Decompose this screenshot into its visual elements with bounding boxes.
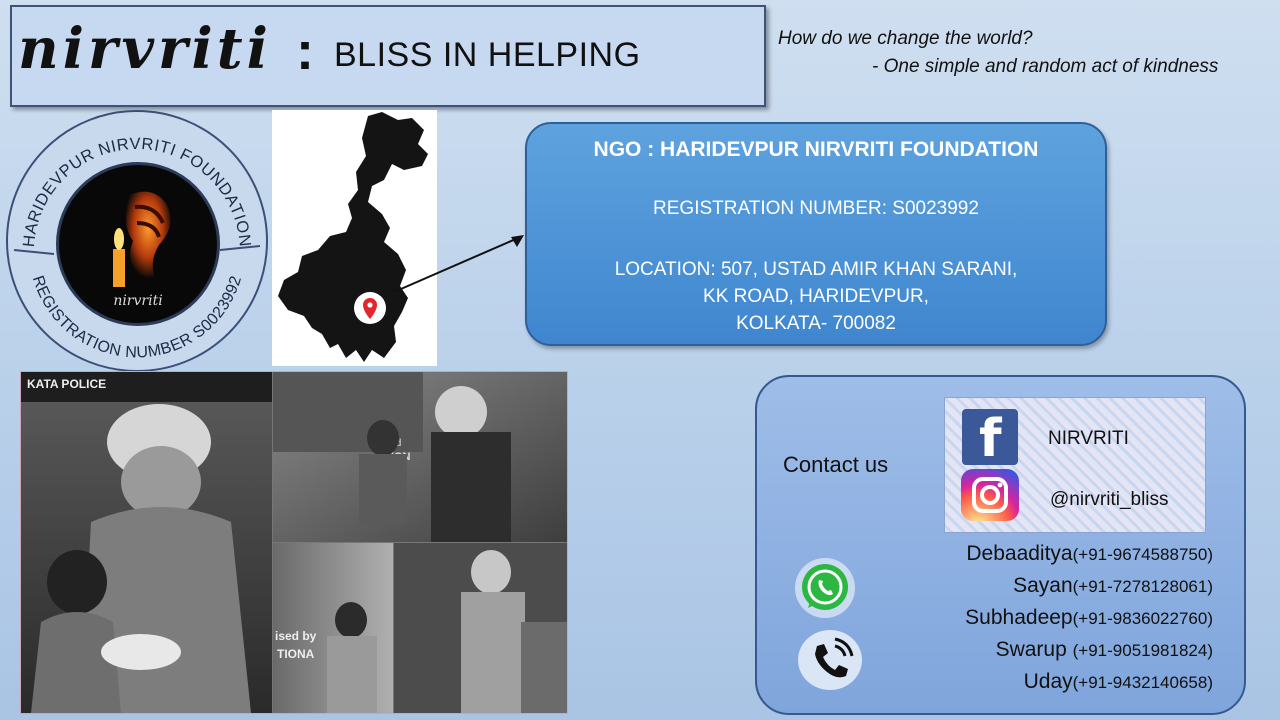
foundation-logo-seal: HARIDEVPUR NIRVRITI FOUNDATION REGISTRAT… bbox=[6, 110, 268, 372]
facebook-icon[interactable]: f bbox=[962, 409, 1018, 469]
contact-name: Uday bbox=[1023, 670, 1073, 693]
contact-label: Contact us bbox=[783, 452, 889, 477]
ngo-address: LOCATION: 507, USTAD AMIR KHAN SARANI, K… bbox=[527, 256, 1105, 337]
contact-phone[interactable]: (+91-9674588750) bbox=[1073, 545, 1213, 564]
address-line-1: LOCATION: 507, USTAD AMIR KHAN SARANI, bbox=[614, 259, 1018, 280]
logo-inner-text: nirvriti bbox=[113, 293, 162, 309]
ngo-name: NGO : HARIDEVPUR NIRVRITI FOUNDATION bbox=[593, 138, 1039, 161]
photo-text-3: ised by bbox=[275, 629, 317, 643]
pointer-arrow bbox=[393, 235, 524, 293]
address-line-3: KOLKATA- 700082 bbox=[736, 313, 896, 334]
contact-row-sayan: Sayan(+91-7278128061) bbox=[1013, 574, 1213, 598]
contact-phone[interactable]: (+91-9432140658) bbox=[1073, 673, 1213, 692]
tagline: BLISS IN HELPING bbox=[334, 36, 641, 74]
whatsapp-icon[interactable] bbox=[793, 556, 857, 620]
phone-call-icon[interactable] bbox=[797, 628, 863, 692]
contact-row-swarup: Swarup (+91-9051981824) bbox=[996, 638, 1213, 662]
candle-hand-icon: nirvriti bbox=[113, 191, 171, 309]
contact-phone[interactable]: (+91-9051981824) bbox=[1073, 641, 1213, 660]
logo-emblem: nirvriti bbox=[56, 162, 220, 326]
contact-row-debaaditya: Debaaditya(+91-9674588750) bbox=[966, 542, 1213, 566]
photo-collage: KATA POLICE ised ATION ised by TIONA bbox=[20, 371, 568, 714]
instagram-icon[interactable] bbox=[961, 469, 1019, 521]
contact-name: Sayan bbox=[1013, 574, 1073, 597]
contact-name: Subhadeep bbox=[965, 606, 1073, 629]
contact-phone[interactable]: (+91-7278128061) bbox=[1073, 577, 1213, 596]
contact-row-subhadeep: Subhadeep(+91-9836022760) bbox=[965, 606, 1213, 630]
contact-row-uday: Uday(+91-9432140658) bbox=[1024, 670, 1213, 694]
contact-phone[interactable]: (+91-9836022760) bbox=[1073, 609, 1213, 628]
brand-separator: : bbox=[296, 21, 314, 81]
brand-name: nirvriti bbox=[18, 16, 272, 82]
registration-number: REGISTRATION NUMBER: S0023992 bbox=[653, 198, 979, 219]
quote-line-1: How do we change the world? bbox=[778, 28, 1033, 49]
quote-line-2: - One simple and random act of kindness bbox=[872, 56, 1219, 77]
facebook-letter: f bbox=[979, 409, 1002, 469]
ngo-info-card: NGO : HARIDEVPUR NIRVRITI FOUNDATION REG… bbox=[525, 122, 1107, 346]
instagram-handle[interactable]: @nirvriti_bliss bbox=[1050, 489, 1169, 511]
contact-name: Swarup bbox=[995, 638, 1073, 661]
photo-text-police: KATA POLICE bbox=[27, 377, 106, 391]
volunteer-photos: KATA POLICE ised ATION ised by TIONA bbox=[21, 372, 567, 713]
address-line-2: KK ROAD, HARIDEVPUR, bbox=[703, 286, 929, 307]
contact-name: Debaaditya bbox=[966, 542, 1073, 565]
photo-text-4: TIONA bbox=[277, 647, 315, 661]
facebook-handle[interactable]: NIRVRITI bbox=[1048, 428, 1129, 450]
